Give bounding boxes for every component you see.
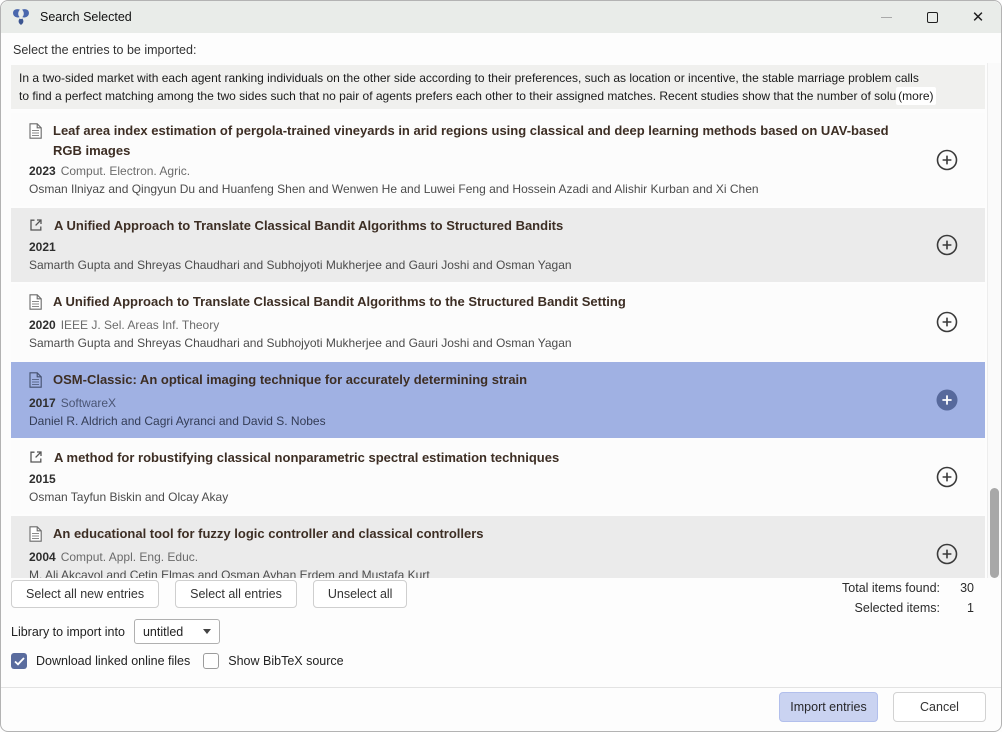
entry-year: 2023 bbox=[29, 164, 56, 178]
entry-row[interactable]: A method for robustifying classical nonp… bbox=[11, 440, 985, 514]
minimize-button[interactable] bbox=[863, 1, 909, 33]
entry-title: An educational tool for fuzzy logic cont… bbox=[53, 524, 484, 544]
entry-row[interactable]: Leaf area index estimation of pergola-tr… bbox=[11, 113, 985, 206]
plus-circle-icon bbox=[934, 541, 960, 567]
add-entry-button[interactable] bbox=[933, 231, 961, 259]
unselect-all-button[interactable]: Unselect all bbox=[313, 580, 408, 608]
show-bibtex-label: Show BibTeX source bbox=[228, 654, 343, 668]
entry-row-selected[interactable]: OSM-Classic: An optical imaging techniqu… bbox=[11, 362, 985, 438]
entry-title: A Unified Approach to Translate Classica… bbox=[53, 292, 626, 312]
library-selected-option: untitled bbox=[143, 625, 183, 639]
footer-divider bbox=[1, 687, 1001, 688]
maximize-icon bbox=[927, 12, 938, 23]
file-icon bbox=[29, 123, 42, 144]
entry-title: OSM-Classic: An optical imaging techniqu… bbox=[53, 370, 527, 390]
search-selected-dialog: { "window": { "title": "Search Selected"… bbox=[0, 0, 1002, 732]
abstract-line1: In a two-sided market with each agent ra… bbox=[19, 69, 977, 87]
entry-year: 2004 bbox=[29, 550, 56, 564]
check-icon bbox=[14, 657, 25, 666]
total-items-value: 30 bbox=[940, 581, 974, 595]
add-entry-button[interactable] bbox=[933, 308, 961, 336]
download-files-label: Download linked online files bbox=[36, 654, 190, 668]
entry-year: 2015 bbox=[29, 472, 56, 486]
show-bibtex-checkbox[interactable] bbox=[203, 653, 219, 669]
entry-year: 2017 bbox=[29, 396, 56, 410]
entry-authors: Samarth Gupta and Shreyas Chaudhari and … bbox=[29, 257, 921, 274]
window-controls: ✕ bbox=[863, 1, 1001, 33]
options-row: Download linked online files Show BibTeX… bbox=[11, 653, 344, 669]
summary: Total items found: 30 Selected items: 1 bbox=[842, 581, 974, 621]
external-link-icon bbox=[29, 450, 43, 469]
external-link-icon bbox=[29, 218, 43, 237]
entry-year: 2020 bbox=[29, 318, 56, 332]
selected-items-label: Selected items: bbox=[855, 601, 940, 615]
entry-journal: Comput. Electron. Agric. bbox=[61, 164, 190, 178]
add-entry-button[interactable] bbox=[933, 540, 961, 568]
abstract-line2: to find a perfect matching among the two… bbox=[19, 87, 896, 105]
entry-list: Leaf area index estimation of pergola-tr… bbox=[1, 113, 1002, 578]
plus-circle-icon bbox=[934, 387, 960, 413]
more-link[interactable]: (more) bbox=[896, 87, 935, 105]
cancel-button[interactable]: Cancel bbox=[893, 692, 986, 722]
file-icon bbox=[29, 526, 42, 547]
entry-row[interactable]: A Unified Approach to Translate Classica… bbox=[11, 284, 985, 360]
abstract-preview: In a two-sided market with each agent ra… bbox=[11, 65, 985, 109]
entry-title: A method for robustifying classical nonp… bbox=[54, 448, 559, 468]
plus-circle-icon bbox=[934, 309, 960, 335]
entry-row[interactable]: A Unified Approach to Translate Classica… bbox=[11, 208, 985, 282]
maximize-button[interactable] bbox=[909, 1, 955, 33]
total-items-label: Total items found: bbox=[842, 581, 940, 595]
window-title: Search Selected bbox=[40, 10, 132, 24]
import-entries-button[interactable]: Import entries bbox=[779, 692, 878, 722]
entry-journal: IEEE J. Sel. Areas Inf. Theory bbox=[61, 318, 220, 332]
file-icon bbox=[29, 294, 42, 315]
entry-journal: SoftwareX bbox=[61, 396, 116, 410]
entry-year: 2021 bbox=[29, 240, 56, 254]
plus-circle-icon bbox=[934, 464, 960, 490]
add-entry-button[interactable] bbox=[933, 386, 961, 414]
add-entry-button[interactable] bbox=[933, 146, 961, 174]
entry-authors: Samarth Gupta and Shreyas Chaudhari and … bbox=[29, 335, 921, 352]
library-select[interactable]: untitled bbox=[134, 619, 220, 644]
titlebar: Search Selected ✕ bbox=[1, 1, 1001, 33]
jabref-logo-icon bbox=[11, 7, 31, 27]
library-label: Library to import into bbox=[11, 625, 125, 639]
entry-title: Leaf area index estimation of pergola-tr… bbox=[53, 121, 921, 161]
download-files-checkbox[interactable] bbox=[11, 653, 27, 669]
scrollbar-thumb[interactable] bbox=[990, 488, 999, 578]
entry-title: A Unified Approach to Translate Classica… bbox=[54, 216, 563, 236]
add-entry-button[interactable] bbox=[933, 463, 961, 491]
select-all-entries-button[interactable]: Select all entries bbox=[175, 580, 297, 608]
entry-authors: M. Ali Akcayol and Çetin Elmas and Osman… bbox=[29, 567, 921, 578]
selection-actions: Select all new entries Select all entrie… bbox=[11, 580, 407, 608]
library-selector-row: Library to import into untitled bbox=[11, 619, 220, 644]
entry-authors: Osman Ilniyaz and Qingyun Du and Huanfen… bbox=[29, 181, 921, 198]
vertical-scrollbar[interactable] bbox=[987, 63, 1001, 578]
selected-items-value: 1 bbox=[940, 601, 974, 615]
plus-circle-icon bbox=[934, 232, 960, 258]
entry-row[interactable]: An educational tool for fuzzy logic cont… bbox=[11, 516, 985, 578]
plus-circle-icon bbox=[934, 147, 960, 173]
minimize-icon bbox=[881, 17, 892, 18]
entry-journal: Comput. Appl. Eng. Educ. bbox=[61, 550, 198, 564]
entry-authors: Daniel R. Aldrich and Cagri Ayranci and … bbox=[29, 413, 921, 430]
instruction-label: Select the entries to be imported: bbox=[13, 43, 196, 57]
footer-buttons: Import entries Cancel bbox=[779, 692, 986, 722]
chevron-down-icon bbox=[203, 629, 211, 634]
close-icon: ✕ bbox=[972, 10, 985, 25]
entry-authors: Osman Tayfun Biskin and Olcay Akay bbox=[29, 489, 921, 506]
select-all-new-entries-button[interactable]: Select all new entries bbox=[11, 580, 159, 608]
close-button[interactable]: ✕ bbox=[955, 1, 1001, 33]
file-icon bbox=[29, 372, 42, 393]
